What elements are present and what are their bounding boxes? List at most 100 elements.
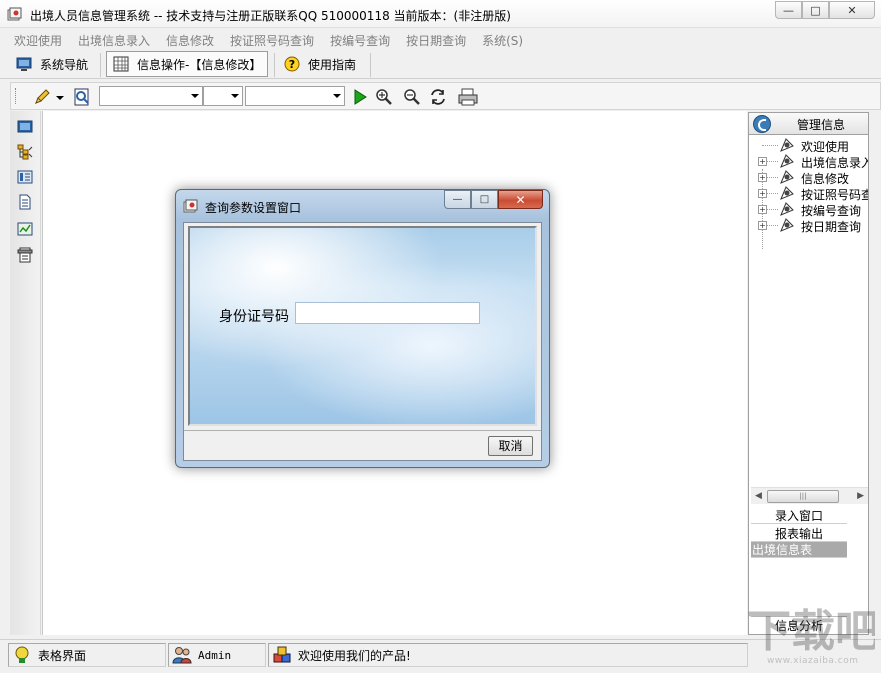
- tree-item-label: 欢迎使用: [801, 138, 849, 153]
- title-bar: 出境人员信息管理系统 -- 技术支持与注册正版联系QQ 510000118 当前…: [0, 0, 881, 28]
- node-icon: [779, 217, 795, 233]
- expand-icon[interactable]: +: [758, 221, 767, 230]
- tree-item-query-date[interactable]: + 按日期查询: [749, 217, 868, 233]
- close-button[interactable]: ✕: [829, 1, 875, 19]
- status-panel-user: Admin: [168, 643, 266, 667]
- tab-label: 使用指南: [308, 56, 356, 73]
- menu-bar: 欢迎使用 出境信息录入 信息修改 按证照号码查询 按编号查询 按日期查询 系统(…: [0, 29, 881, 49]
- menu-system[interactable]: 系统(S): [474, 29, 531, 49]
- menu-query-date[interactable]: 按日期查询: [398, 29, 474, 49]
- toolbar-grip[interactable]: [15, 88, 18, 104]
- dialog-footer: 取消: [184, 430, 541, 460]
- dialog-maximize-button[interactable]: □: [471, 190, 498, 209]
- bulb-icon: [12, 645, 32, 665]
- tab-divider: [274, 53, 275, 77]
- expand-icon[interactable]: +: [758, 205, 767, 214]
- status-view-label: 表格界面: [38, 647, 86, 664]
- menu-modify[interactable]: 信息修改: [158, 29, 222, 49]
- node-icon: [779, 201, 795, 217]
- menu-query-id[interactable]: 按证照号码查询: [222, 29, 322, 49]
- document-icon[interactable]: [17, 194, 33, 210]
- menu-entry[interactable]: 出境信息录入: [70, 29, 158, 49]
- tab-label: 系统导航: [40, 56, 88, 73]
- play-icon[interactable]: [351, 88, 369, 106]
- chevron-down-icon: [333, 94, 341, 98]
- watermark-graphic: 下载吧: [745, 600, 875, 656]
- blocks-icon: [272, 645, 292, 665]
- chevron-down-icon: [231, 94, 239, 98]
- right-panel: 管理信息 欢迎使用 + 出境信息录入 + 信息修改 + 按证照号码查询 +: [748, 112, 869, 635]
- exit-info-table-button[interactable]: 出境信息表: [751, 542, 847, 558]
- scroll-thumb[interactable]: |||: [767, 490, 839, 503]
- tab-divider: [100, 53, 101, 77]
- report-icon[interactable]: [17, 247, 33, 263]
- dialog-minimize-button[interactable]: —: [444, 190, 471, 209]
- menu-welcome[interactable]: 欢迎使用: [6, 29, 70, 49]
- tree-connector: [767, 193, 778, 194]
- toolbar-combo-3[interactable]: [245, 86, 345, 106]
- tab-divider: [370, 53, 371, 77]
- address-book-icon[interactable]: [17, 169, 33, 185]
- tree-structure-icon[interactable]: [17, 144, 33, 160]
- left-rail: [10, 111, 41, 635]
- refresh-icon[interactable]: [429, 88, 447, 106]
- dialog-form-area: 身份证号码: [188, 226, 537, 426]
- tree-item-welcome[interactable]: 欢迎使用: [749, 137, 868, 153]
- panel-header: 管理信息: [749, 113, 868, 135]
- tab-user-guide[interactable]: ? 使用指南: [284, 51, 356, 77]
- tree-item-label: 按日期查询: [801, 218, 861, 233]
- entry-window-button[interactable]: 录入窗口: [751, 508, 847, 524]
- horizontal-scrollbar[interactable]: ◀ ||| ▶: [751, 487, 868, 504]
- tree-connector: [767, 209, 778, 210]
- tab-label: 信息操作-【信息修改】: [137, 56, 261, 73]
- toolbar-combo-1[interactable]: [99, 86, 203, 106]
- monitor-icon: [16, 56, 32, 72]
- tree-item-query-number[interactable]: + 按编号查询: [749, 201, 868, 217]
- zoom-in-icon[interactable]: [375, 88, 393, 106]
- tree-connector: [762, 145, 778, 146]
- chevron-down-icon: [191, 94, 199, 98]
- minimize-button[interactable]: —: [775, 1, 802, 19]
- tab-bar: 系统导航 信息操作-【信息修改】 ? 使用指南: [0, 49, 881, 79]
- pencil-icon[interactable]: [33, 88, 51, 106]
- expand-icon[interactable]: +: [758, 189, 767, 198]
- report-output-button[interactable]: 报表输出: [751, 526, 847, 542]
- cancel-button[interactable]: 取消: [488, 436, 533, 456]
- help-icon: ?: [284, 56, 300, 72]
- dialog-close-button[interactable]: ✕: [498, 190, 543, 209]
- tree-connector: [767, 161, 778, 162]
- grid-icon: [113, 56, 129, 72]
- chart-icon[interactable]: [17, 221, 33, 237]
- window-title: 出境人员信息管理系统 -- 技术支持与注册正版联系QQ 510000118 当前…: [30, 7, 511, 24]
- expand-icon[interactable]: +: [758, 157, 767, 166]
- maximize-button[interactable]: □: [802, 1, 829, 19]
- query-dialog: 查询参数设置窗口 — □ ✕ 身份证号码 取消: [175, 189, 550, 468]
- tree-item-entry[interactable]: + 出境信息录入: [749, 153, 868, 169]
- tab-info-operation[interactable]: 信息操作-【信息修改】: [106, 51, 268, 77]
- scroll-right-icon[interactable]: ▶: [857, 491, 864, 501]
- tree-connector: [767, 225, 778, 226]
- zoom-out-icon[interactable]: [403, 88, 421, 106]
- status-panel-view: 表格界面: [8, 643, 166, 667]
- tree-item-label: 按证照号码查询: [801, 186, 868, 201]
- status-user-label: Admin: [198, 649, 231, 662]
- tab-system-nav[interactable]: 系统导航: [16, 51, 88, 77]
- print-icon[interactable]: [457, 88, 479, 106]
- back-icon[interactable]: [753, 115, 771, 133]
- tree-item-label: 出境信息录入: [801, 154, 868, 169]
- dropdown-arrow-icon[interactable]: [55, 88, 65, 106]
- id-number-input[interactable]: [295, 302, 480, 324]
- preview-icon[interactable]: [73, 88, 91, 106]
- toolbar-combo-2[interactable]: [203, 86, 243, 106]
- status-panel-message: 欢迎使用我们的产品!: [268, 643, 748, 667]
- svg-text:下载吧: 下载吧: [747, 606, 875, 656]
- expand-icon[interactable]: +: [758, 173, 767, 182]
- tree-item-modify[interactable]: + 信息修改: [749, 169, 868, 185]
- users-icon: [172, 645, 192, 665]
- scroll-left-icon[interactable]: ◀: [755, 491, 762, 501]
- monitor-icon[interactable]: [17, 119, 33, 135]
- node-icon: [779, 185, 795, 201]
- tree-item-query-id[interactable]: + 按证照号码查询: [749, 185, 868, 201]
- menu-query-number[interactable]: 按编号查询: [322, 29, 398, 49]
- tree-connector: [767, 177, 778, 178]
